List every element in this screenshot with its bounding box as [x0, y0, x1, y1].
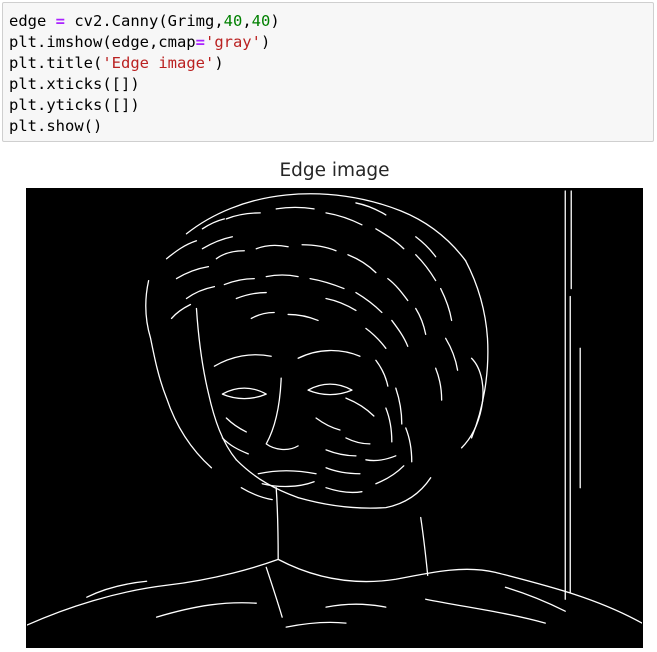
code-token: 40 [251, 12, 271, 30]
code-token: 'Edge image' [102, 54, 215, 72]
code-token: ) [214, 54, 224, 72]
code-token: ) [270, 12, 280, 30]
code-line: edge = cv2.Canny(Grimg,40,40) [9, 11, 280, 32]
code-line: plt.title('Edge image') [9, 53, 280, 74]
code-token: 'gray' [204, 33, 261, 51]
code-line: plt.yticks([]) [9, 95, 280, 116]
code-token: plt.xticks([]) [9, 75, 140, 93]
code-token: plt.title( [9, 54, 103, 72]
code-line: plt.show() [9, 116, 280, 137]
code-token: plt.yticks([]) [9, 96, 140, 114]
code-token: edge [9, 12, 56, 30]
output-area: Edge image [0, 150, 657, 652]
code-line: plt.imshow(edge,cmap='gray') [9, 32, 280, 53]
edge-image [26, 188, 643, 648]
code-token: = [55, 12, 66, 30]
code-token: plt.show() [9, 117, 103, 135]
code-token: , [242, 12, 252, 30]
code-token: plt.imshow(edge,cmap [9, 33, 196, 51]
code-line: plt.xticks([]) [9, 74, 280, 95]
code-token: 40 [223, 12, 243, 30]
code-editor[interactable]: edge = cv2.Canny(Grimg,40,40) plt.imshow(… [9, 11, 280, 137]
code-token: cv2.Canny(Grimg, [65, 12, 224, 30]
code-cell[interactable]: edge = cv2.Canny(Grimg,40,40) plt.imshow(… [2, 2, 654, 142]
code-token: = [195, 33, 205, 51]
edge-portrait-icon [27, 190, 642, 628]
code-token: ) [260, 33, 271, 51]
figure-title: Edge image [279, 160, 390, 181]
